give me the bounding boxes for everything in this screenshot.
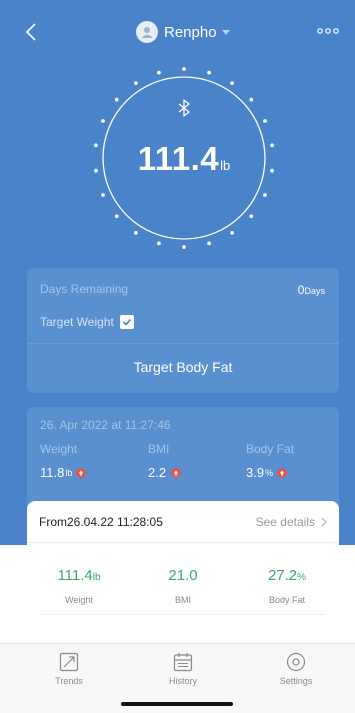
tab-history[interactable]: History — [143, 652, 223, 686]
gauge-dot — [207, 70, 211, 75]
stat-number: 27.2 — [267, 567, 298, 584]
weight-value: 111.4 — [137, 140, 220, 177]
gauge-dot — [114, 214, 119, 219]
tab-label: History — [168, 676, 197, 686]
avatar — [136, 21, 158, 43]
gauge-dot — [249, 214, 254, 219]
measurement-summary-panel: From26.04.22 11:28:05 See details 111.4l… — [27, 501, 339, 651]
metric-unit: lb — [65, 467, 73, 478]
goal-card: Days Remaining 0Days Target Weight Targe… — [27, 268, 339, 393]
metric-bmi: BMI 2.2 — [148, 442, 182, 480]
gauge-dot — [230, 81, 235, 85]
weight-readout: 111.4lb — [92, 140, 276, 178]
gauge-dot — [134, 231, 138, 235]
summary-stat-weight: 111.4lb Weight — [27, 567, 131, 605]
metric-number: 11.8 — [40, 465, 65, 480]
tab-trends[interactable]: Trends — [29, 652, 109, 686]
stat-label: BMI — [174, 595, 191, 605]
gauge-dot — [182, 67, 186, 71]
stat-value: 111.4lb — [27, 567, 131, 584]
stat-number: 21.0 — [168, 567, 198, 584]
metric-value: 3.9% — [246, 465, 294, 480]
gauge-dot — [230, 231, 235, 235]
metric-label: BMI — [148, 442, 170, 456]
summary-stat-bmi: 21.0 BMI — [131, 567, 235, 605]
stat-value: 27.2% — [235, 567, 339, 584]
target-body-fat-button[interactable]: Target Body Fat — [27, 359, 339, 375]
metric-value: 11.8 lb — [40, 465, 87, 480]
gauge-dot — [101, 193, 105, 197]
metric-value: 2.2 — [148, 465, 182, 480]
tab-label: Settings — [279, 676, 313, 686]
increase-arrow-icon — [171, 467, 182, 478]
calendar-icon — [173, 653, 193, 672]
tab-settings[interactable]: Settings — [256, 652, 336, 686]
gauge-dot — [263, 193, 267, 197]
bluetooth-icon — [178, 99, 190, 117]
measurement-date: 26. Apr 2022 at 11:27:46 — [40, 418, 171, 432]
top-bar: Renpho — [0, 18, 355, 46]
divider — [27, 343, 339, 344]
gauge-dot — [157, 70, 161, 75]
stat-number: 111.4 — [57, 567, 93, 584]
stat-label: Body Fat — [268, 595, 306, 605]
trends-icon — [59, 652, 79, 672]
summary-from-date: From26.04.22 11:28:05 — [39, 514, 163, 529]
username: Renpho — [164, 23, 217, 41]
gauge-dot — [114, 97, 119, 102]
days-remaining-label: Days Remaining — [40, 282, 129, 296]
see-details-label: See details — [255, 514, 315, 529]
metric-unit: % — [265, 467, 274, 478]
divider — [39, 614, 325, 615]
back-chevron-icon[interactable] — [22, 22, 42, 42]
chevron-right-icon — [321, 517, 327, 526]
gauge-dot — [157, 241, 161, 246]
user-icon — [141, 27, 153, 38]
target-weight-row[interactable]: Target Weight — [40, 315, 134, 329]
increase-arrow-icon — [277, 467, 288, 478]
more-options-icon[interactable] — [317, 26, 339, 36]
gauge-dot — [182, 245, 186, 249]
gauge-dot — [101, 119, 105, 123]
days-remaining-value: 0Days — [298, 283, 325, 297]
user-switcher[interactable]: Renpho — [136, 20, 230, 44]
home-indicator — [121, 702, 233, 706]
gauge-dot — [249, 97, 254, 102]
summary-stat-body-fat: 27.2% Body Fat — [235, 567, 339, 605]
metric-weight: Weight 11.8 lb — [40, 442, 87, 480]
gauge-dot — [134, 81, 138, 85]
gauge-dot — [207, 241, 211, 246]
weight-unit: lb — [220, 158, 231, 173]
tab-label: Trends — [55, 676, 83, 686]
metric-body-fat: Body Fat 3.9% — [246, 442, 294, 480]
see-details-link[interactable]: See details — [256, 515, 327, 529]
metric-label: Body Fat — [246, 442, 295, 456]
metric-label: Weight — [40, 442, 78, 456]
target-weight-checkbox[interactable] — [119, 315, 134, 329]
gauge-dot — [263, 119, 267, 123]
caret-down-icon — [221, 29, 230, 35]
metric-number: 2.2 — [148, 465, 167, 480]
stat-label: Weight — [65, 595, 93, 605]
stat-unit: lb — [92, 572, 101, 583]
checkmark-icon — [122, 318, 131, 326]
increase-arrow-icon — [76, 467, 87, 478]
settings-icon — [286, 652, 306, 672]
days-unit: Days — [304, 286, 325, 296]
stat-value: 21.0 — [131, 567, 235, 584]
stat-unit: % — [297, 572, 307, 583]
target-weight-label: Target Weight — [40, 315, 114, 329]
metric-number: 3.9 — [246, 465, 265, 480]
summary-header: From26.04.22 11:28:05 See details — [27, 501, 339, 543]
